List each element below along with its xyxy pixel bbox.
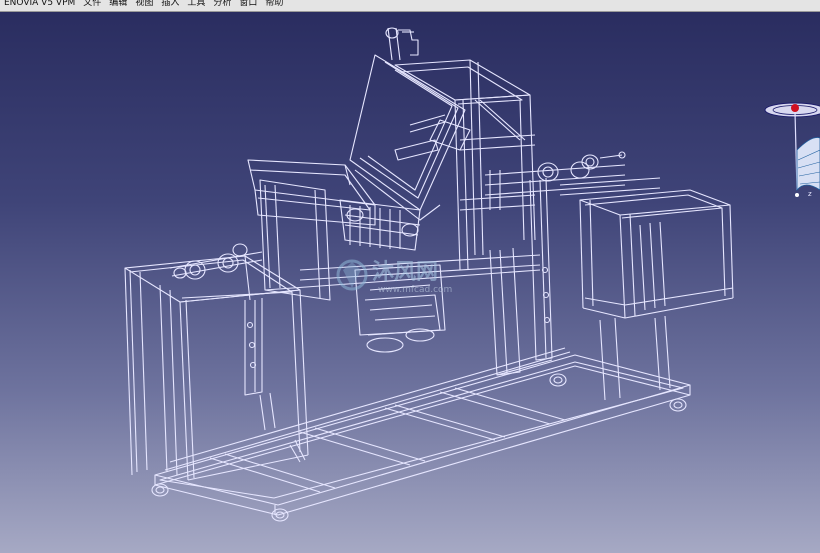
wireframe-canvas: 沐风网 www.mfcad.com z (124, 27, 820, 522)
menu-edit[interactable]: 编辑 (105, 0, 131, 9)
compass-axis-label: z (808, 190, 812, 198)
menu-insert[interactable]: 插入 (157, 0, 183, 9)
hopper (247, 159, 376, 226)
left-bearings (169, 243, 263, 280)
menu-enovia[interactable]: ENOVIA V5 VPM (0, 0, 79, 9)
3d-viewport[interactable]: 沐风网 www.mfcad.com z (0, 12, 820, 553)
menu-analysis[interactable]: 分析 (209, 0, 235, 9)
menu-file[interactable]: 文件 (79, 0, 105, 9)
menu-help[interactable]: 帮助 (261, 0, 287, 9)
watermark-url: www.mfcad.com (378, 285, 452, 295)
compass-handle-icon (791, 104, 799, 112)
right-shaft (484, 151, 626, 210)
watermark-brand: 沐风网 (372, 260, 438, 285)
menu-tools[interactable]: 工具 (183, 0, 209, 9)
menu-view[interactable]: 视图 (131, 0, 157, 9)
base-frame (154, 347, 691, 516)
top-handle (385, 27, 419, 61)
left-cabinet (124, 255, 309, 481)
catia-window: ENOVIA V5 VPM 文件 编辑 视图 插入 工具 分析 窗口 帮助 沐风… (0, 0, 820, 553)
right-cabinet (559, 177, 734, 401)
watermark: 沐风网 www.mfcad.com (336, 259, 452, 295)
menu-bar: ENOVIA V5 VPM 文件 编辑 视图 插入 工具 分析 窗口 帮助 (0, 0, 820, 12)
compass-widget[interactable]: z (764, 102, 820, 198)
menu-window[interactable]: 窗口 (235, 0, 261, 9)
